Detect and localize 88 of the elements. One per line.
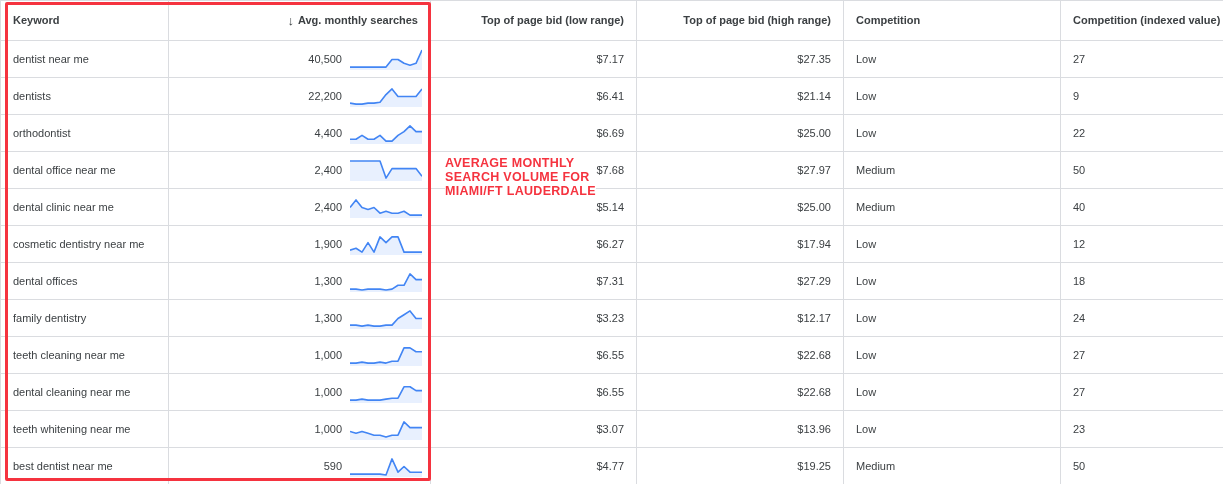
keyword-cell: teeth cleaning near me [13, 348, 125, 361]
trend-sparkline [350, 307, 422, 329]
searches-cell-text: 1,300 [314, 310, 342, 326]
index-cell: 24 [1073, 311, 1086, 324]
trend-sparkline [350, 48, 422, 70]
sort-arrow-icon: ↓ [287, 10, 294, 31]
trend-sparkline [350, 159, 422, 181]
trend-sparkline [350, 270, 422, 292]
bid-high-cell: $19.25 [797, 459, 831, 472]
competition-cell: Low [856, 126, 877, 139]
annotation-text: MIAMI/FT LAUDERDALE [445, 184, 596, 198]
index-cell: 40 [1073, 200, 1086, 213]
bid-high-cell: $22.68 [797, 348, 831, 361]
searches-cell-text: 2,400 [314, 162, 342, 178]
bid-low-cell: $7.68 [596, 163, 624, 176]
index-cell: 23 [1073, 422, 1086, 435]
bid-low-cell: $6.27 [596, 237, 624, 250]
searches-cell-text: 1,000 [314, 421, 342, 437]
searches-cell-text: 1,000 [314, 347, 342, 363]
keyword-cell: family dentistry [13, 311, 87, 324]
competition-cell: Low [856, 89, 877, 102]
index-cell: 27 [1073, 52, 1086, 65]
keyword-cell: dentists [13, 89, 51, 102]
index-cell: 9 [1073, 89, 1080, 102]
bid-high-cell: $25.00 [797, 126, 831, 139]
bid-low-cell: $4.77 [596, 459, 624, 472]
keyword-cell: dental office near me [13, 163, 116, 176]
keyword-cell: cosmetic dentistry near me [13, 237, 145, 250]
keyword-cell: dental cleaning near me [13, 385, 131, 398]
index-cell: 50 [1073, 163, 1086, 176]
competition-cell: Low [856, 348, 877, 361]
bid-high-cell: $13.96 [797, 422, 831, 435]
searches-cell-text: 2,400 [314, 199, 342, 215]
bid-high-cell: $17.94 [797, 237, 831, 250]
searches-cell-text: 1,300 [314, 273, 342, 289]
bid-high-cell: $25.00 [797, 200, 831, 213]
bid-high-cell: $12.17 [797, 311, 831, 324]
keyword-cell: teeth whitening near me [13, 422, 131, 435]
trend-sparkline [350, 122, 422, 144]
index-cell: 22 [1073, 126, 1086, 139]
bid-low-cell: $3.07 [596, 422, 624, 435]
searches-cell-text: 22,200 [308, 88, 342, 104]
trend-sparkline [350, 85, 422, 107]
competition-cell: Low [856, 385, 877, 398]
bid-high-cell: $27.97 [797, 163, 831, 176]
bid-low-cell: $7.31 [596, 274, 624, 287]
competition-cell: Low [856, 311, 877, 324]
index-cell: 27 [1073, 348, 1086, 361]
searches-cell-text: 4,400 [314, 125, 342, 141]
trend-sparkline [350, 344, 422, 366]
bid-low-cell: $5.14 [596, 200, 624, 213]
searches-cell-text: 1,900 [314, 236, 342, 252]
keyword-cell: dentist near me [13, 52, 89, 65]
bid-high-cell: $21.14 [797, 89, 831, 102]
column-header[interactable]: Avg. monthly searches [297, 12, 418, 29]
column-header[interactable]: Competition [856, 12, 921, 29]
competition-cell: Low [856, 52, 877, 65]
keyword-cell: best dentist near me [13, 459, 113, 472]
competition-cell: Medium [856, 163, 896, 176]
keyword-cell: dental clinic near me [13, 200, 114, 213]
searches-cell-text: 1,000 [314, 384, 342, 400]
searches-cell-text: 590 [323, 458, 342, 474]
bid-low-cell: $6.41 [596, 89, 624, 102]
keyword-cell: dental offices [13, 274, 78, 287]
bid-low-cell: $6.55 [596, 385, 624, 398]
index-cell: 18 [1073, 274, 1086, 287]
bid-low-cell: $7.17 [596, 52, 624, 65]
bid-high-cell: $22.68 [797, 385, 831, 398]
index-cell: 27 [1073, 385, 1086, 398]
bid-high-cell: $27.29 [797, 274, 831, 287]
index-cell: 50 [1073, 459, 1086, 472]
trend-sparkline [350, 196, 422, 218]
bid-high-cell: $27.35 [797, 52, 831, 65]
trend-sparkline [350, 233, 422, 255]
bid-low-cell: $6.55 [596, 348, 624, 361]
competition-cell: Low [856, 237, 877, 250]
competition-cell: Low [856, 422, 877, 435]
column-header[interactable]: Keyword [13, 12, 60, 29]
bid-low-cell: $3.23 [596, 311, 624, 324]
index-cell: 12 [1073, 237, 1086, 250]
keyword-cell: orthodontist [13, 126, 71, 139]
trend-sparkline [350, 455, 422, 477]
competition-cell: Medium [856, 459, 896, 472]
searches-cell-text: 40,500 [308, 51, 342, 67]
bid-low-cell: $6.69 [596, 126, 624, 139]
trend-sparkline [350, 418, 422, 440]
competition-cell: Low [856, 274, 877, 287]
competition-cell: Medium [856, 200, 896, 213]
